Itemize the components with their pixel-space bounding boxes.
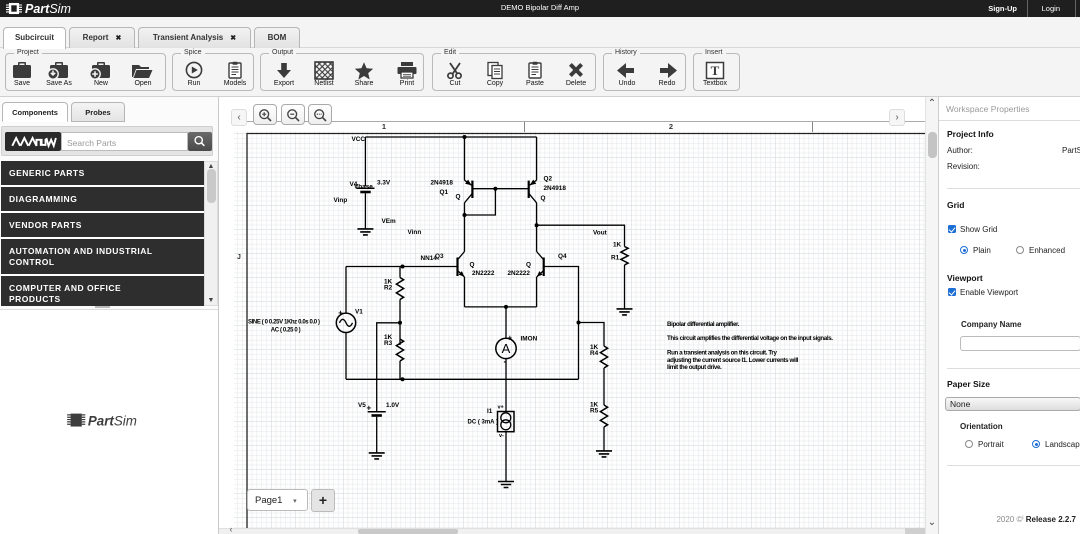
- svg-text:Q2: Q2: [544, 176, 553, 183]
- svg-text:v-: v-: [499, 433, 504, 439]
- svg-text:2N4918: 2N4918: [544, 185, 567, 192]
- svg-text:+: +: [338, 308, 343, 317]
- svg-text:2N4918: 2N4918: [431, 180, 454, 187]
- svg-text:SINE ( 0 0.25V 1Khz 0.0s 0.0 ): SINE ( 0 0.25V 1Khz 0.0s 0.0 ): [248, 320, 320, 326]
- svg-text:A: A: [502, 341, 511, 356]
- svg-text:V5: V5: [358, 402, 366, 409]
- svg-text:PartSim: PartSim: [88, 413, 137, 428]
- svg-text:AC ( 0.25 0 ): AC ( 0.25 0 ): [271, 328, 301, 334]
- svg-text:IMON: IMON: [521, 336, 538, 343]
- svg-text:DC ( 3mA ): DC ( 3mA ): [468, 420, 498, 426]
- svg-text:Bipolar differential amplifier: Bipolar differential amplifier.: [667, 321, 740, 328]
- svg-text:1K: 1K: [613, 241, 622, 248]
- svg-text:T: T: [711, 63, 720, 78]
- svg-text:Vinn: Vinn: [408, 229, 422, 236]
- svg-text:2N2222: 2N2222: [508, 270, 531, 277]
- svg-text:Q: Q: [526, 261, 531, 268]
- svg-text:Q3: Q3: [435, 253, 444, 260]
- svg-text:Q: Q: [456, 194, 461, 201]
- svg-text:2N2222: 2N2222: [472, 270, 495, 277]
- svg-text:Q: Q: [541, 195, 546, 202]
- svg-text:limit the output drive.: limit the output drive.: [667, 364, 722, 371]
- svg-text:Q: Q: [470, 261, 475, 268]
- svg-text:Q4: Q4: [558, 253, 567, 260]
- svg-text:+: +: [367, 403, 372, 412]
- svg-text:R2: R2: [384, 284, 393, 291]
- svg-text:Q1: Q1: [440, 189, 449, 196]
- svg-text:1.0V: 1.0V: [386, 402, 400, 409]
- svg-text:R4: R4: [590, 350, 599, 357]
- svg-text:Vinp: Vinp: [334, 197, 348, 204]
- svg-text:Vbase: Vbase: [354, 184, 373, 191]
- svg-text:Vout: Vout: [593, 230, 608, 237]
- svg-text:3.3V: 3.3V: [377, 179, 391, 186]
- svg-text:+: +: [508, 334, 513, 343]
- svg-text:V1: V1: [355, 308, 363, 315]
- svg-text:VEm: VEm: [382, 218, 397, 225]
- svg-text:v+: v+: [498, 404, 504, 410]
- svg-text:R5: R5: [590, 408, 599, 415]
- svg-text:I1: I1: [487, 408, 493, 415]
- svg-text:R3: R3: [384, 340, 393, 347]
- svg-text:This circuit amplifies the dif: This circuit amplifies the differential …: [667, 335, 833, 342]
- svg-text:R1: R1: [611, 254, 620, 261]
- svg-text:Run a transient analysis on th: Run a transient analysis on this circuit…: [667, 349, 777, 356]
- svg-text:VCC: VCC: [352, 136, 366, 143]
- svg-text:adjusting the current source I: adjusting the current source I1. Lower c…: [667, 357, 799, 364]
